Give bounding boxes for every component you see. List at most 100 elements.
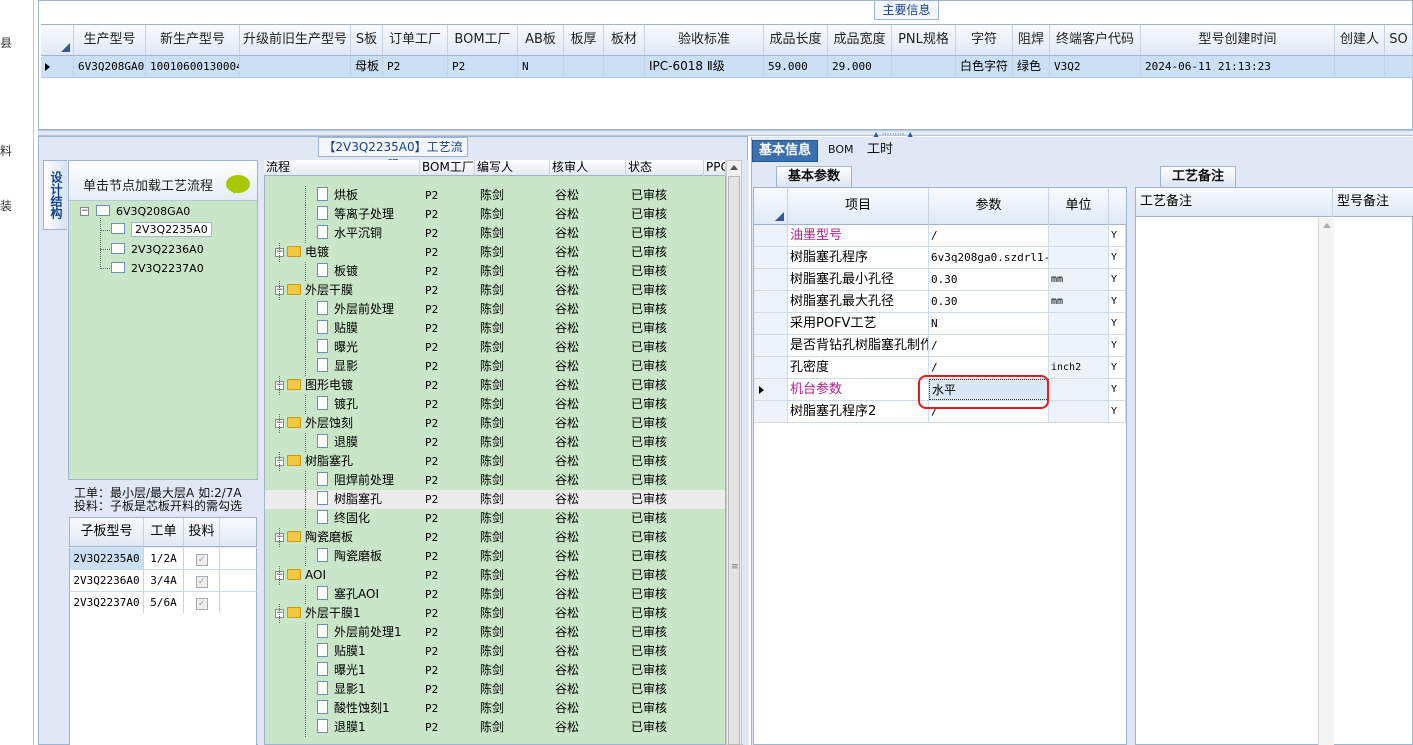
param-value-cell[interactable]: / xyxy=(929,225,1049,246)
feed-checkbox[interactable]: ✓ xyxy=(184,592,220,613)
cell[interactable] xyxy=(892,56,956,77)
tab-basic-params[interactable]: 基本参数 xyxy=(776,166,852,188)
cell[interactable]: 白色字符 xyxy=(956,56,1013,77)
process-row[interactable]: 贴膜 P2 陈剑 谷松 已审核 xyxy=(265,319,725,338)
col-header[interactable]: 核审人 xyxy=(550,160,626,176)
param-flag-cell[interactable]: Y xyxy=(1109,379,1126,400)
process-name-cell[interactable]: 终固化 xyxy=(317,509,370,528)
cell[interactable]: 2024-06-11 21:13:23 xyxy=(1141,56,1335,77)
param-flag-cell[interactable]: Y xyxy=(1109,269,1126,290)
process-name-cell[interactable]: 曝光1 xyxy=(317,661,366,680)
param-row[interactable]: 是否背钻孔树脂塞孔制作 / Y xyxy=(754,335,1126,357)
param-unit-cell[interactable] xyxy=(1049,401,1109,422)
process-status-cell[interactable]: 已审核 xyxy=(631,623,667,642)
corner-cell[interactable] xyxy=(41,25,74,55)
cell[interactable]: 2V3Q2236A0 xyxy=(70,570,144,591)
feed-checkbox[interactable]: ✓ xyxy=(184,548,220,569)
process-writer-cell[interactable]: 陈剑 xyxy=(480,357,504,376)
col-header[interactable]: 项目 xyxy=(788,188,929,225)
process-status-cell[interactable]: 已审核 xyxy=(631,224,667,243)
process-name-cell[interactable]: 树脂塞孔 xyxy=(287,452,353,471)
process-row[interactable]: 图形电镀 − P2 陈剑 谷松 已审核 xyxy=(265,376,725,395)
cell[interactable]: 29.000 xyxy=(828,56,892,77)
process-row[interactable]: 退膜 P2 陈剑 谷松 已审核 xyxy=(265,433,725,452)
param-unit-cell[interactable] xyxy=(1049,247,1109,268)
process-row[interactable]: 阻焊前处理 P2 陈剑 谷松 已审核 xyxy=(265,471,725,490)
process-status-cell[interactable]: 已审核 xyxy=(631,642,667,661)
process-name-cell[interactable]: 等离子处理 xyxy=(317,205,394,224)
process-status-cell[interactable]: 已审核 xyxy=(631,414,667,433)
process-row[interactable]: 外层蚀刻 − P2 陈剑 谷松 已审核 xyxy=(265,414,725,433)
process-bom-cell[interactable]: P2 xyxy=(425,471,438,490)
process-bom-cell[interactable]: P2 xyxy=(425,319,438,338)
process-bom-cell[interactable]: P2 xyxy=(425,528,438,547)
param-flag-cell[interactable]: Y xyxy=(1109,335,1126,356)
process-status-cell[interactable]: 已审核 xyxy=(631,357,667,376)
param-unit-cell[interactable] xyxy=(1049,225,1109,246)
row-selector[interactable] xyxy=(754,291,788,312)
process-writer-cell[interactable]: 陈剑 xyxy=(480,281,504,300)
feed-checkbox[interactable]: ✓ xyxy=(184,570,220,591)
process-reviewer-cell[interactable]: 谷松 xyxy=(555,319,579,338)
param-unit-cell[interactable]: mm xyxy=(1049,269,1109,290)
col-header[interactable]: PPC xyxy=(704,160,726,176)
process-bom-cell[interactable]: P2 xyxy=(425,509,438,528)
process-writer-cell[interactable]: 陈剑 xyxy=(480,680,504,699)
process-bom-cell[interactable]: P2 xyxy=(425,395,438,414)
param-unit-cell[interactable] xyxy=(1049,379,1109,400)
process-writer-cell[interactable]: 陈剑 xyxy=(480,623,504,642)
process-status-cell[interactable]: 已审核 xyxy=(631,699,667,718)
col-header[interactable]: 成品宽度 xyxy=(828,25,892,55)
process-reviewer-cell[interactable]: 谷松 xyxy=(555,300,579,319)
process-row[interactable]: 塞孔AOI P2 陈剑 谷松 已审核 xyxy=(265,585,725,604)
process-row[interactable]: 陶瓷磨板 P2 陈剑 谷松 已审核 xyxy=(265,547,725,566)
param-value-cell[interactable]: 6v3q208ga0.szdrl1-2 xyxy=(929,247,1049,268)
param-item-cell[interactable]: 树脂塞孔程序2 xyxy=(788,401,929,422)
process-row[interactable]: 外层前处理1 P2 陈剑 谷松 已审核 xyxy=(265,623,725,642)
col-header[interactable]: S板 xyxy=(351,25,383,55)
process-bom-cell[interactable]: P2 xyxy=(425,585,438,604)
param-unit-cell[interactable] xyxy=(1049,313,1109,334)
process-bom-cell[interactable]: P2 xyxy=(425,433,438,452)
col-header[interactable]: 工艺备注 xyxy=(1136,188,1333,217)
process-bom-cell[interactable]: P2 xyxy=(425,376,438,395)
process-reviewer-cell[interactable]: 谷松 xyxy=(555,547,579,566)
cell[interactable]: 6V3Q208GA0 xyxy=(74,56,146,77)
vertical-splitter[interactable] xyxy=(1128,165,1134,745)
row-selector[interactable] xyxy=(754,269,788,290)
param-item-cell[interactable]: 树脂塞孔程序 xyxy=(788,247,929,268)
process-name-cell[interactable]: 外层蚀刻 xyxy=(287,414,353,433)
design-structure-tab[interactable]: 设计结构 xyxy=(43,160,67,230)
process-row[interactable]: 树脂塞孔 P2 陈剑 谷松 已审核 xyxy=(265,490,725,509)
process-status-cell[interactable]: 已审核 xyxy=(631,547,667,566)
process-name-cell[interactable]: AOI xyxy=(287,566,326,585)
cell[interactable]: V3Q2 xyxy=(1050,56,1141,77)
process-row[interactable]: 显影1 P2 陈剑 谷松 已审核 xyxy=(265,680,725,699)
corner-cell[interactable] xyxy=(754,188,788,225)
process-row[interactable]: 贴膜1 P2 陈剑 谷松 已审核 xyxy=(265,642,725,661)
param-value-cell[interactable]: 0.30 xyxy=(929,269,1049,290)
process-writer-cell[interactable]: 陈剑 xyxy=(480,243,504,262)
param-row[interactable]: 油墨型号 / Y xyxy=(754,225,1126,247)
process-bom-cell[interactable]: P2 xyxy=(425,566,438,585)
process-bom-cell[interactable]: P2 xyxy=(425,205,438,224)
process-writer-cell[interactable]: 陈剑 xyxy=(480,376,504,395)
process-status-cell[interactable]: 已审核 xyxy=(631,661,667,680)
process-writer-cell[interactable]: 陈剑 xyxy=(480,566,504,585)
process-row[interactable]: 显影 P2 陈剑 谷松 已审核 xyxy=(265,357,725,376)
process-reviewer-cell[interactable]: 谷松 xyxy=(555,243,579,262)
process-status-cell[interactable]: 已审核 xyxy=(631,490,667,509)
process-status-cell[interactable]: 已审核 xyxy=(631,680,667,699)
process-row[interactable]: 曝光1 P2 陈剑 谷松 已审核 xyxy=(265,661,725,680)
process-reviewer-cell[interactable]: 谷松 xyxy=(555,224,579,243)
process-name-cell[interactable]: 塞孔AOI xyxy=(317,585,379,604)
process-name-cell[interactable]: 显影 xyxy=(317,357,358,376)
col-header[interactable]: 编写人 xyxy=(475,160,550,176)
col-header[interactable]: PNL规格 xyxy=(892,25,956,55)
process-reviewer-cell[interactable]: 谷松 xyxy=(555,433,579,452)
process-bom-cell[interactable]: P2 xyxy=(425,661,438,680)
process-bom-cell[interactable]: P2 xyxy=(425,547,438,566)
process-name-cell[interactable]: 镀孔 xyxy=(317,395,358,414)
process-bom-cell[interactable]: P2 xyxy=(425,642,438,661)
process-name-cell[interactable]: 外层干膜1 xyxy=(287,604,361,623)
